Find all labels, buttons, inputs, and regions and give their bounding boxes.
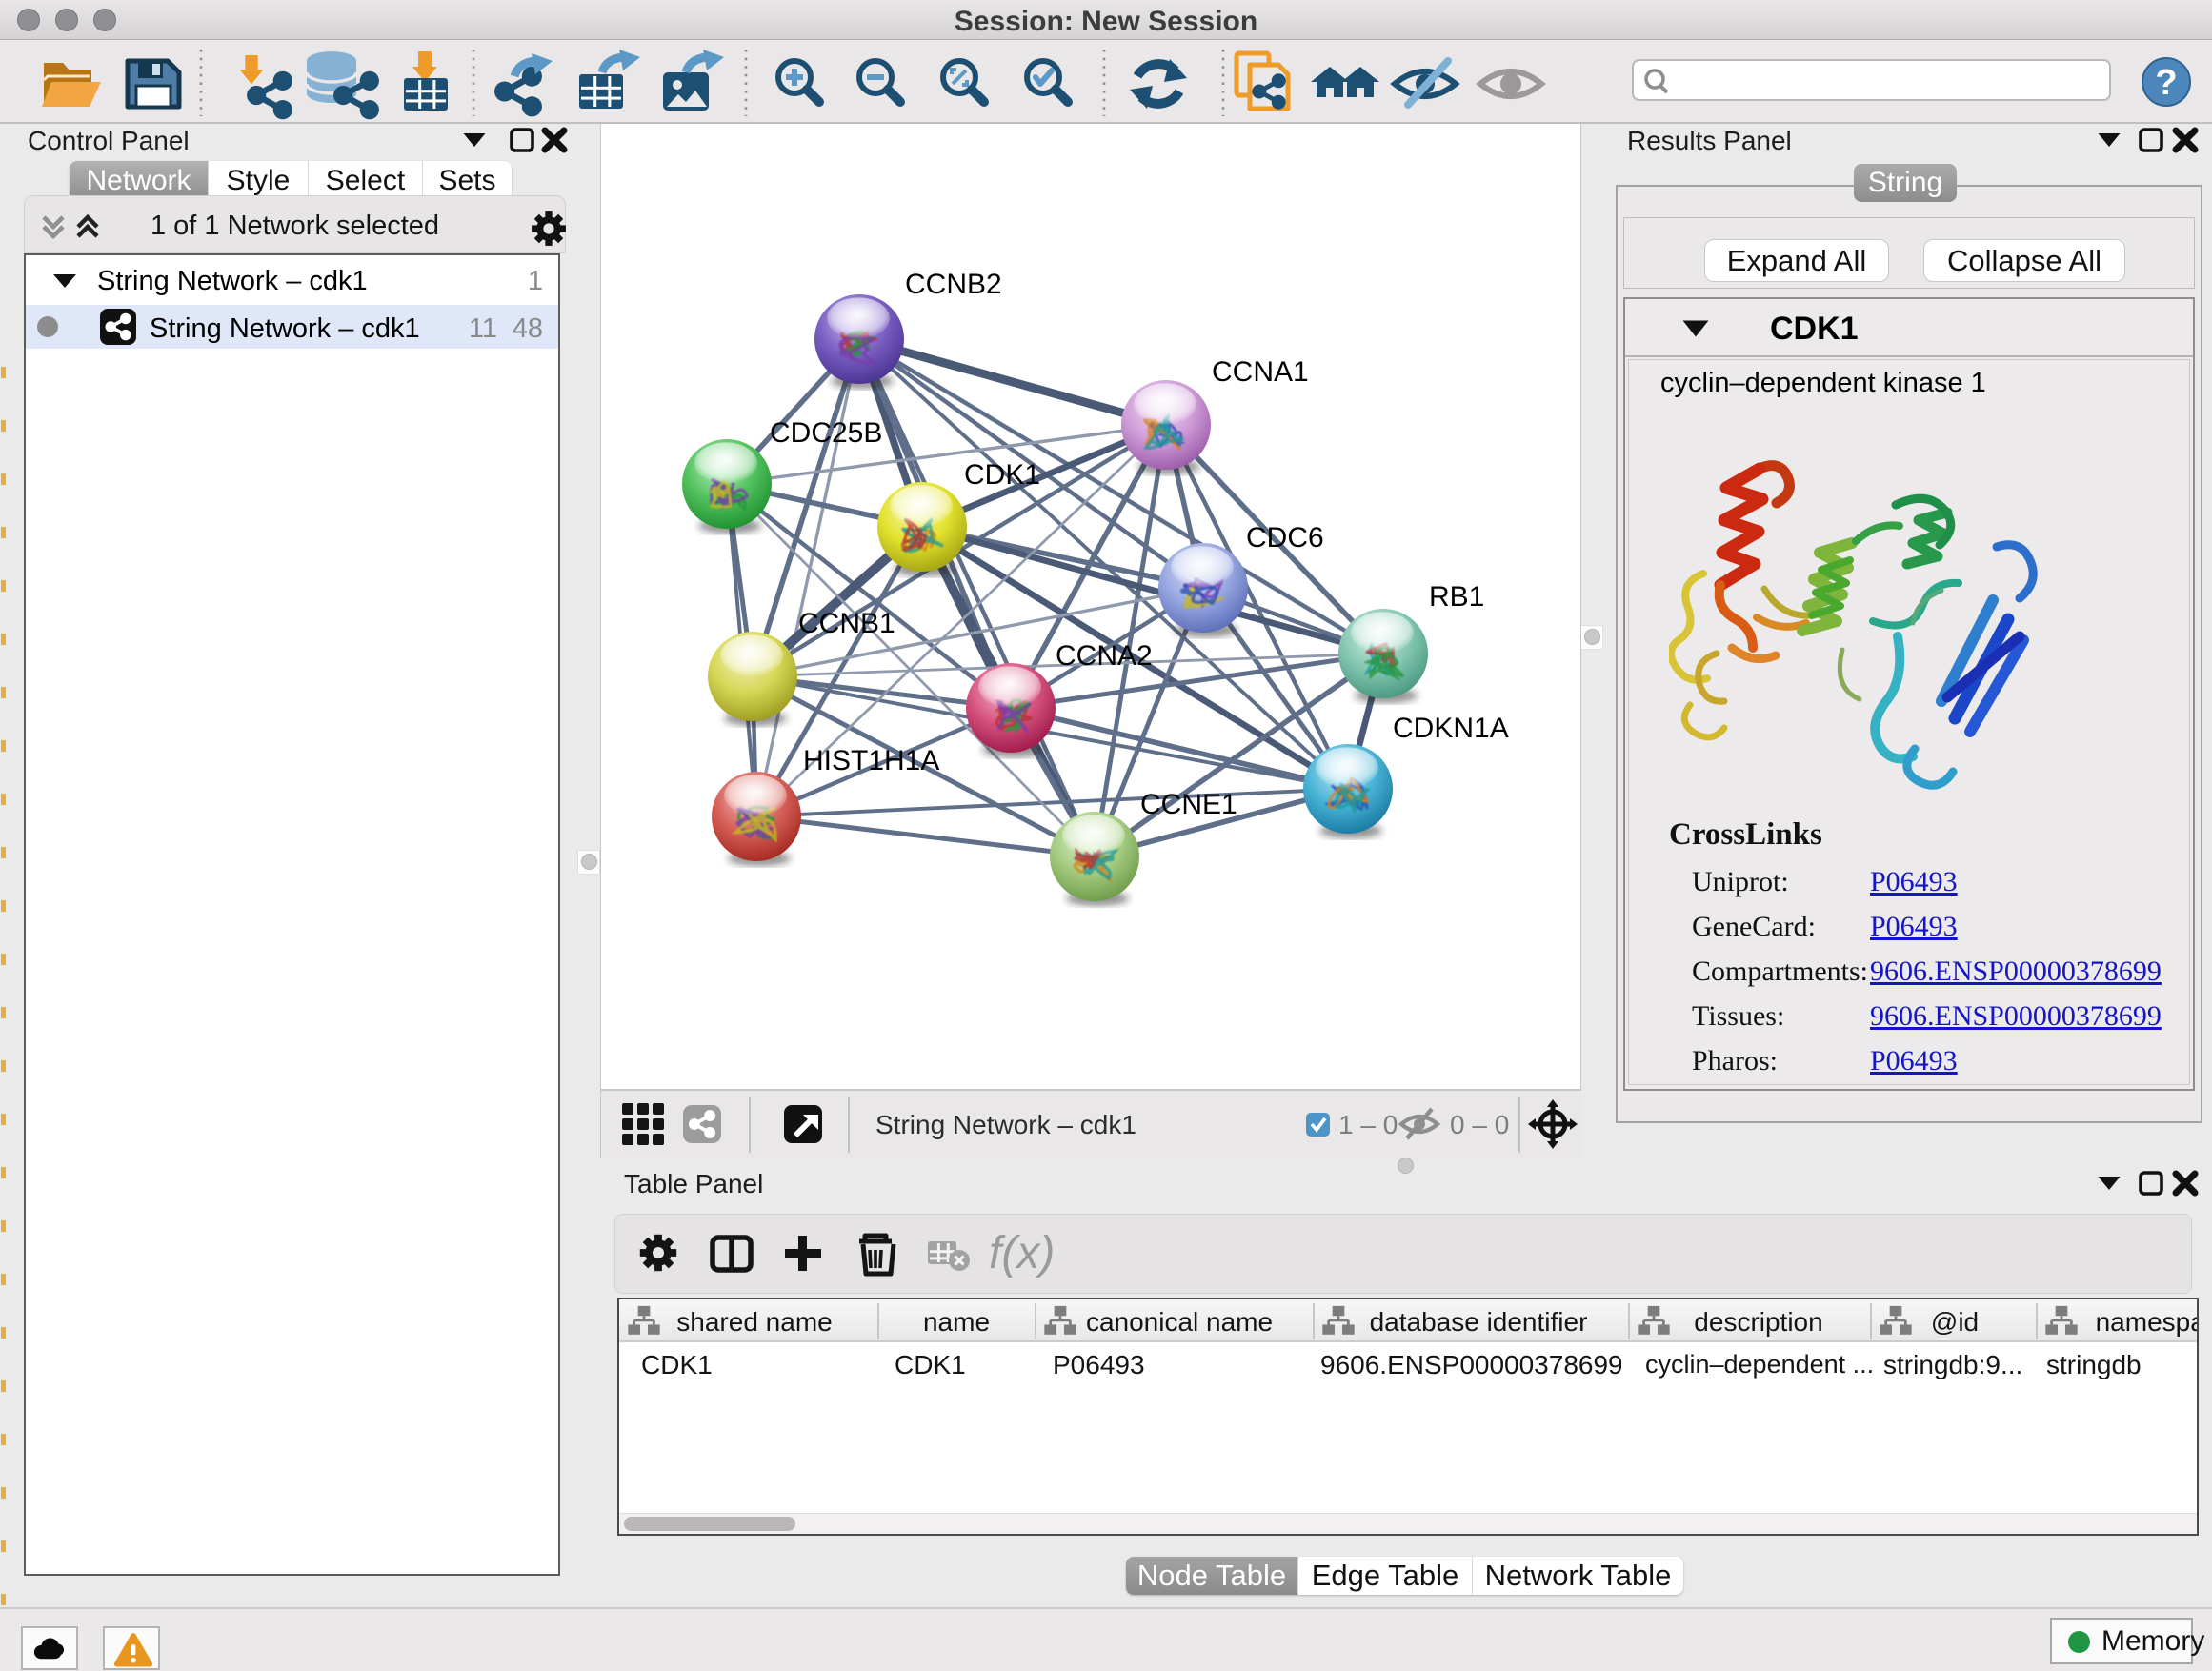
svg-text:1 – 0: 1 – 0 — [1338, 1110, 1398, 1139]
svg-text:?: ? — [2155, 63, 2177, 103]
svg-text:HIST1H1A: HIST1H1A — [803, 745, 939, 776]
svg-text:String Network – cdk1: String Network – cdk1 — [875, 1110, 1136, 1139]
svg-text:CCNA1: CCNA1 — [1212, 356, 1309, 388]
svg-text:database identifier: database identifier — [1370, 1307, 1588, 1337]
svg-text:namespace: namespace — [2096, 1307, 2199, 1337]
svg-text:canonical name: canonical name — [1086, 1307, 1273, 1337]
svg-text:CDK1: CDK1 — [964, 459, 1040, 491]
svg-text:@id: @id — [1931, 1307, 1979, 1337]
svg-text:0 – 0: 0 – 0 — [1450, 1110, 1509, 1139]
svg-text:CCNE1: CCNE1 — [1140, 789, 1237, 820]
svg-text:CCNB2: CCNB2 — [905, 269, 1002, 300]
svg-text:CDC25B: CDC25B — [770, 417, 882, 449]
svg-text:CDC6: CDC6 — [1246, 522, 1324, 554]
svg-text:CCNB1: CCNB1 — [798, 608, 895, 639]
svg-text:name: name — [923, 1307, 990, 1337]
svg-text:shared name: shared name — [676, 1307, 832, 1337]
svg-text:CCNA2: CCNA2 — [1056, 640, 1153, 672]
svg-text:description: description — [1694, 1307, 1822, 1337]
svg-text:CDKN1A: CDKN1A — [1393, 713, 1509, 744]
svg-text:f(x): f(x) — [989, 1228, 1055, 1278]
svg-text:RB1: RB1 — [1429, 581, 1484, 613]
